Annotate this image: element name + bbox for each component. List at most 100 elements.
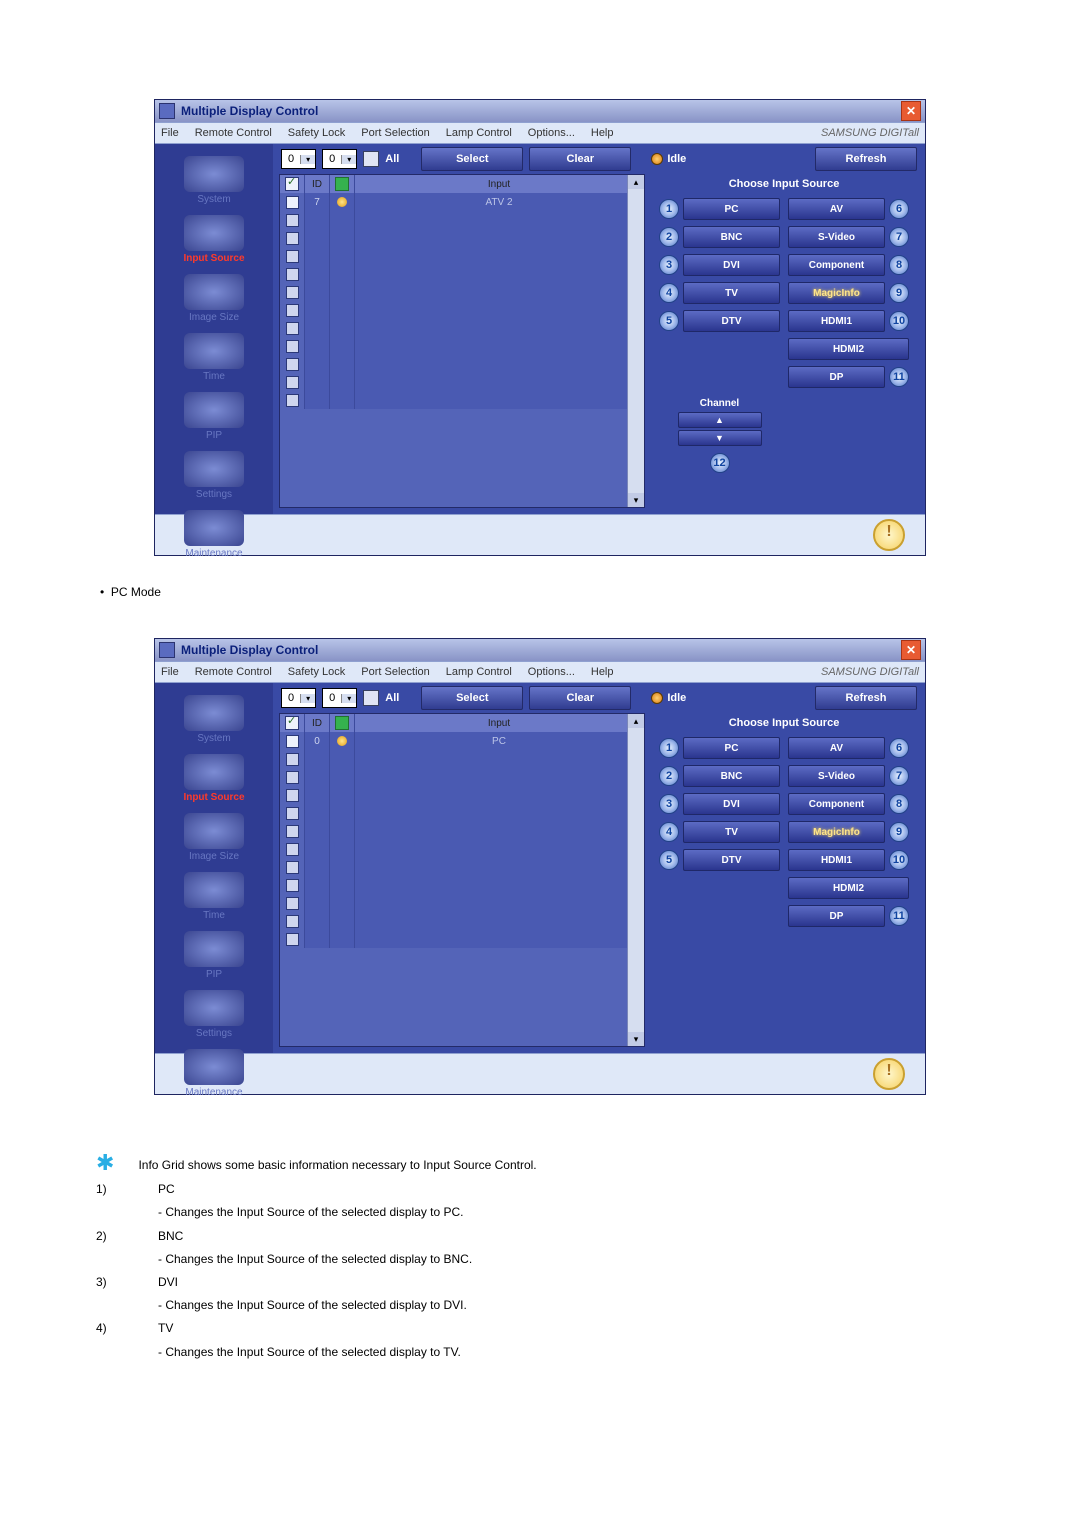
- source-button-dtv[interactable]: DTV: [683, 849, 780, 871]
- spinner-2[interactable]: 0▾: [322, 688, 357, 708]
- row-checkbox[interactable]: [286, 340, 299, 353]
- row-checkbox[interactable]: [286, 376, 299, 389]
- sidebar-item-time[interactable]: Time: [184, 329, 244, 388]
- spinner-1[interactable]: 0▾: [281, 688, 316, 708]
- source-button-component[interactable]: Component: [788, 793, 885, 815]
- sidebar-item-pip[interactable]: PIP: [184, 927, 244, 986]
- row-checkbox[interactable]: [286, 358, 299, 371]
- table-row[interactable]: [280, 229, 644, 247]
- table-row[interactable]: [280, 858, 644, 876]
- sidebar-item-maintenance[interactable]: Maintenance: [184, 1045, 244, 1104]
- menu-safety-lock[interactable]: Safety Lock: [288, 127, 345, 139]
- sidebar-item-image-size[interactable]: Image Size: [184, 270, 244, 329]
- source-button-hdmi1[interactable]: HDMI1: [788, 849, 885, 871]
- table-row[interactable]: [280, 912, 644, 930]
- menu-remote-control[interactable]: Remote Control: [195, 127, 272, 139]
- source-button-magicinfo[interactable]: MagicInfo: [788, 282, 885, 304]
- table-row[interactable]: [280, 283, 644, 301]
- row-checkbox[interactable]: [286, 825, 299, 838]
- menu-remote-control[interactable]: Remote Control: [195, 666, 272, 678]
- table-row[interactable]: [280, 247, 644, 265]
- sidebar-item-time[interactable]: Time: [184, 868, 244, 927]
- table-row[interactable]: [280, 930, 644, 948]
- channel-down-button[interactable]: ▼: [678, 430, 762, 446]
- table-row[interactable]: 0PC: [280, 732, 644, 750]
- menu-options-[interactable]: Options...: [528, 666, 575, 678]
- row-checkbox[interactable]: [286, 304, 299, 317]
- source-button-hdmi1[interactable]: HDMI1: [788, 310, 885, 332]
- table-row[interactable]: [280, 876, 644, 894]
- source-button-tv[interactable]: TV: [683, 821, 780, 843]
- source-button-dtv[interactable]: DTV: [683, 310, 780, 332]
- row-checkbox[interactable]: [286, 933, 299, 946]
- sidebar-item-pip[interactable]: PIP: [184, 388, 244, 447]
- close-icon[interactable]: ✕: [901, 101, 921, 121]
- source-button-hdmi2[interactable]: HDMI2: [788, 877, 909, 899]
- source-button-dvi[interactable]: DVI: [683, 254, 780, 276]
- source-button-bnc[interactable]: BNC: [683, 226, 780, 248]
- source-button-dp[interactable]: DP: [788, 366, 885, 388]
- menu-lamp-control[interactable]: Lamp Control: [446, 127, 512, 139]
- table-row[interactable]: [280, 822, 644, 840]
- sidebar-item-system[interactable]: System: [184, 691, 244, 750]
- row-checkbox[interactable]: [286, 286, 299, 299]
- table-row[interactable]: [280, 786, 644, 804]
- table-row[interactable]: [280, 373, 644, 391]
- row-checkbox[interactable]: [286, 232, 299, 245]
- source-button-dp[interactable]: DP: [788, 905, 885, 927]
- table-row[interactable]: [280, 265, 644, 283]
- table-row[interactable]: 7ATV 2: [280, 193, 644, 211]
- source-button-pc[interactable]: PC: [683, 198, 780, 220]
- row-checkbox[interactable]: [286, 861, 299, 874]
- row-checkbox[interactable]: [286, 250, 299, 263]
- row-checkbox[interactable]: [286, 915, 299, 928]
- menu-safety-lock[interactable]: Safety Lock: [288, 666, 345, 678]
- table-row[interactable]: [280, 391, 644, 409]
- source-button-dvi[interactable]: DVI: [683, 793, 780, 815]
- menu-help[interactable]: Help: [591, 127, 614, 139]
- row-checkbox[interactable]: [286, 753, 299, 766]
- table-row[interactable]: [280, 840, 644, 858]
- source-button-av[interactable]: AV: [788, 737, 885, 759]
- source-button-hdmi2[interactable]: HDMI2: [788, 338, 909, 360]
- table-row[interactable]: [280, 750, 644, 768]
- row-checkbox[interactable]: [286, 897, 299, 910]
- sidebar-item-settings[interactable]: Settings: [184, 447, 244, 506]
- source-button-magicinfo[interactable]: MagicInfo: [788, 821, 885, 843]
- source-button-component[interactable]: Component: [788, 254, 885, 276]
- scrollbar[interactable]: ▴▾: [627, 175, 644, 507]
- clear-button[interactable]: Clear: [529, 686, 631, 710]
- menu-help[interactable]: Help: [591, 666, 614, 678]
- clear-button[interactable]: Clear: [529, 147, 631, 171]
- menu-lamp-control[interactable]: Lamp Control: [446, 666, 512, 678]
- table-row[interactable]: [280, 804, 644, 822]
- menu-file[interactable]: File: [161, 127, 179, 139]
- source-button-av[interactable]: AV: [788, 198, 885, 220]
- row-checkbox[interactable]: [286, 807, 299, 820]
- channel-up-button[interactable]: ▲: [678, 412, 762, 428]
- header-check-icon[interactable]: [285, 177, 299, 191]
- table-row[interactable]: [280, 337, 644, 355]
- table-row[interactable]: [280, 211, 644, 229]
- header-check-icon[interactable]: [285, 716, 299, 730]
- close-icon[interactable]: ✕: [901, 640, 921, 660]
- table-row[interactable]: [280, 355, 644, 373]
- select-button[interactable]: Select: [421, 686, 523, 710]
- row-checkbox[interactable]: [286, 394, 299, 407]
- source-button-s-video[interactable]: S-Video: [788, 226, 885, 248]
- spinner-1[interactable]: 0▾: [281, 149, 316, 169]
- refresh-button[interactable]: Refresh: [815, 686, 917, 710]
- row-checkbox[interactable]: [286, 879, 299, 892]
- source-button-s-video[interactable]: S-Video: [788, 765, 885, 787]
- sidebar-item-settings[interactable]: Settings: [184, 986, 244, 1045]
- row-checkbox[interactable]: [286, 789, 299, 802]
- source-button-pc[interactable]: PC: [683, 737, 780, 759]
- sidebar-item-maintenance[interactable]: Maintenance: [184, 506, 244, 565]
- menu-options-[interactable]: Options...: [528, 127, 575, 139]
- row-checkbox[interactable]: [286, 196, 299, 209]
- all-checkbox[interactable]: [363, 690, 379, 706]
- spinner-2[interactable]: 0▾: [322, 149, 357, 169]
- source-button-bnc[interactable]: BNC: [683, 765, 780, 787]
- row-checkbox[interactable]: [286, 268, 299, 281]
- menu-file[interactable]: File: [161, 666, 179, 678]
